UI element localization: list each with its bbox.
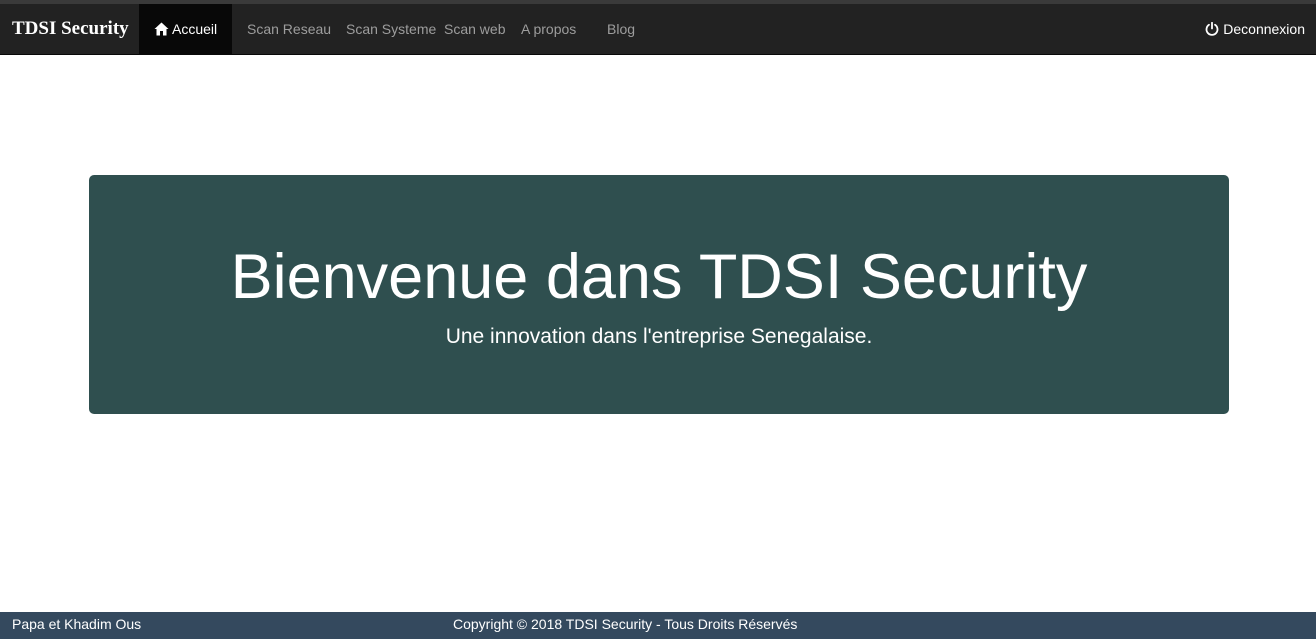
nav-item-label: Blog: [607, 21, 636, 37]
brand-logo[interactable]: TDSI Security: [12, 4, 129, 54]
nav-item-blog[interactable]: Blog: [607, 4, 635, 54]
hero-jumbotron: Bienvenue dans TDSI Security Une innovat…: [89, 175, 1229, 414]
nav-item-label: Scan web: [444, 21, 506, 37]
navbar: TDSI Security Accueil Scan Reseau Scan S…: [0, 0, 1316, 55]
nav-item-scan-systeme[interactable]: Scan Systeme: [346, 4, 436, 54]
logout-label: Deconnexion: [1223, 21, 1305, 37]
nav-item-label: Scan Systeme: [346, 21, 437, 37]
nav-item-label: Scan Reseau: [247, 21, 332, 37]
nav-item-scan-web[interactable]: Scan web: [444, 4, 505, 54]
power-icon: [1205, 6, 1219, 56]
logout-link[interactable]: Deconnexion: [1205, 4, 1305, 54]
home-icon: [154, 6, 169, 56]
hero-title: Bienvenue dans TDSI Security: [230, 242, 1088, 312]
nav-item-scan-reseau[interactable]: Scan Reseau: [247, 4, 331, 54]
nav-item-accueil[interactable]: Accueil: [139, 4, 233, 56]
nav-item-label: Accueil: [172, 21, 218, 37]
footer-copyright: Copyright © 2018 TDSI Security - Tous Dr…: [453, 616, 798, 632]
footer-authors: Papa et Khadim Ous: [12, 616, 142, 632]
hero-subtitle: Une innovation dans l'entreprise Senegal…: [445, 325, 873, 348]
nav-item-a-propos[interactable]: A propos: [521, 4, 576, 54]
nav-item-label: A propos: [521, 21, 577, 37]
footer: Papa et Khadim Ous Copyright © 2018 TDSI…: [0, 612, 1316, 639]
